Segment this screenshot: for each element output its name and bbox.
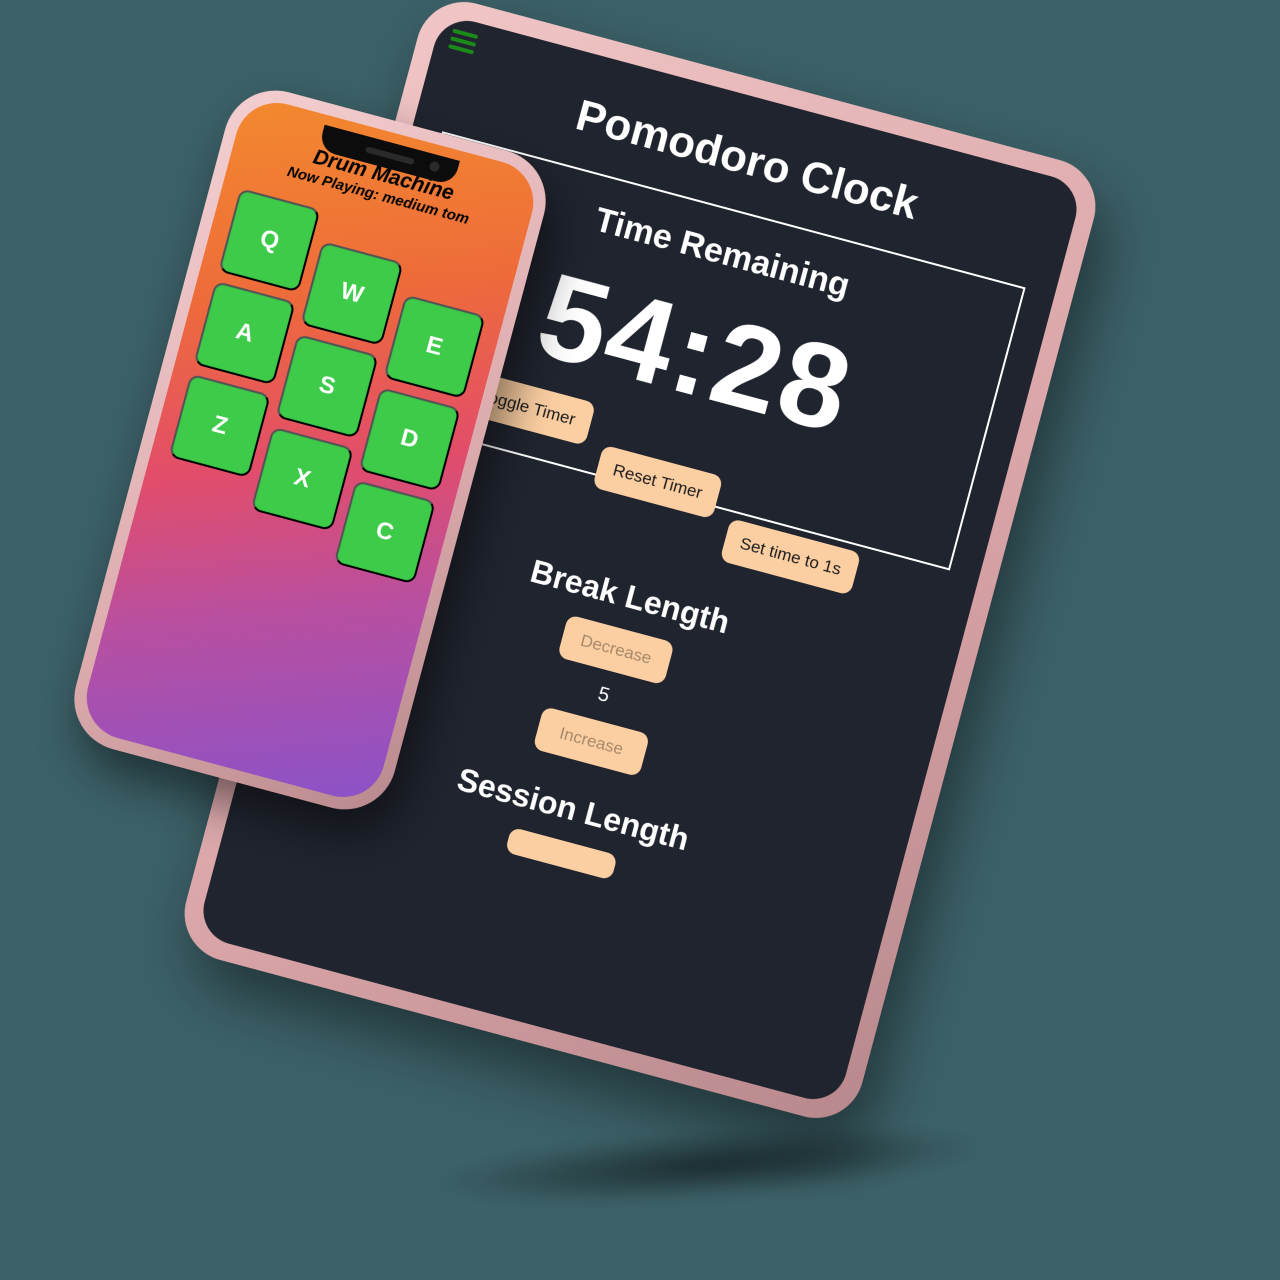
- break-decrease-button[interactable]: Decrease: [557, 614, 675, 685]
- floor-shadow: [428, 1111, 992, 1220]
- drum-pad-a[interactable]: A: [193, 281, 296, 386]
- drum-pad-d[interactable]: D: [358, 387, 461, 492]
- set-1s-button[interactable]: Set time to 1s: [719, 518, 862, 596]
- drum-pad-e[interactable]: E: [383, 294, 486, 399]
- drum-pad-q[interactable]: Q: [218, 188, 321, 293]
- hamburger-icon[interactable]: [448, 29, 478, 55]
- reset-timer-button[interactable]: Reset Timer: [592, 445, 723, 520]
- break-value: 5: [595, 683, 612, 708]
- drum-pad-w[interactable]: W: [301, 241, 404, 346]
- drum-pad-z[interactable]: Z: [168, 374, 271, 479]
- drum-pad-grid: Q W E A S D Z X C: [168, 188, 501, 526]
- break-increase-button[interactable]: Increase: [533, 706, 651, 777]
- drum-pad-x[interactable]: X: [251, 427, 354, 532]
- drum-pad-s[interactable]: S: [276, 334, 379, 439]
- drum-pad-c[interactable]: C: [333, 480, 436, 585]
